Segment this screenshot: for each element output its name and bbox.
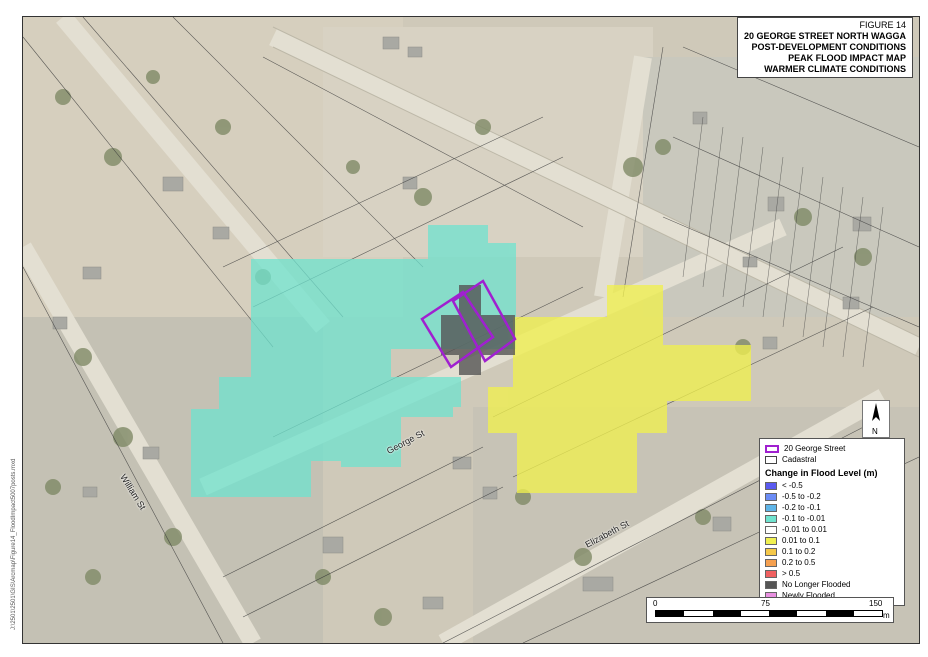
legend-item: -0.5 to -0.2 bbox=[765, 491, 899, 502]
north-arrow: N bbox=[862, 400, 890, 438]
file-path-label: J:\2501\2501\GIS\Arcmap\Figure14_FloodIm… bbox=[11, 458, 17, 630]
title-line-1: 20 GEORGE STREET NORTH WAGGA bbox=[743, 31, 906, 41]
file-path-text: J:\2501\2501\GIS\Arcmap\Figure14_FloodIm… bbox=[6, 330, 20, 630]
legend-swatch bbox=[765, 558, 777, 567]
legend-site-label: 20 George Street bbox=[784, 444, 846, 453]
north-arrow-label: N bbox=[872, 427, 878, 436]
scale-tick-0: 0 bbox=[653, 599, 658, 608]
legend-item-label: -0.01 to 0.01 bbox=[782, 525, 827, 534]
legend-item-cadastral: Cadastral bbox=[765, 454, 899, 465]
legend-item-label: < -0.5 bbox=[782, 481, 803, 490]
map-sheet: George St William St Elizabeth St FIGURE… bbox=[0, 0, 928, 657]
scale-bar: 0 75 150 m bbox=[646, 597, 894, 623]
legend-item: -0.2 to -0.1 bbox=[765, 502, 899, 513]
title-line-4: WARMER CLIMATE CONDITIONS bbox=[764, 64, 906, 74]
legend-item-label: 0.01 to 0.1 bbox=[782, 536, 820, 545]
legend-item: 0.01 to 0.1 bbox=[765, 535, 899, 546]
title-line-3: PEAK FLOOD IMPACT MAP bbox=[788, 53, 906, 63]
legend-item-label: > 0.5 bbox=[782, 569, 801, 578]
legend-item: 0.1 to 0.2 bbox=[765, 546, 899, 557]
title-block: FIGURE 14 20 GEORGE STREET NORTH WAGGA P… bbox=[736, 17, 913, 78]
legend-cadastral-swatch bbox=[765, 455, 777, 464]
legend-item-label: 0.1 to 0.2 bbox=[782, 547, 816, 556]
legend-item: No Longer Flooded bbox=[765, 579, 899, 590]
north-arrow-icon bbox=[872, 403, 880, 421]
legend-cadastral-label: Cadastral bbox=[782, 455, 817, 464]
legend-swatch bbox=[765, 481, 777, 490]
legend-item-label: -0.5 to -0.2 bbox=[782, 492, 821, 501]
legend-item-label: No Longer Flooded bbox=[782, 580, 851, 589]
legend-item: -0.1 to -0.01 bbox=[765, 513, 899, 524]
legend-item-label: 0.2 to 0.5 bbox=[782, 558, 816, 567]
legend-swatch bbox=[765, 492, 777, 501]
title-line-2: POST-DEVELOPMENT CONDITIONS bbox=[751, 42, 906, 52]
legend-item: > 0.5 bbox=[765, 568, 899, 579]
legend: 20 George Street Cadastral Change in Flo… bbox=[759, 438, 905, 606]
scale-unit: m bbox=[883, 611, 890, 620]
legend-item: < -0.5 bbox=[765, 480, 899, 491]
legend-swatch bbox=[765, 503, 777, 512]
legend-site-swatch bbox=[765, 444, 779, 453]
legend-item-site: 20 George Street bbox=[765, 443, 899, 454]
legend-swatch bbox=[765, 514, 777, 523]
legend-swatch bbox=[765, 547, 777, 556]
legend-item: 0.2 to 0.5 bbox=[765, 557, 899, 568]
legend-item-label: -0.2 to -0.1 bbox=[782, 503, 821, 512]
legend-swatch bbox=[765, 536, 777, 545]
scale-bar-graphic bbox=[655, 610, 883, 617]
scale-tick-150: 150 bbox=[869, 599, 883, 608]
legend-item-label: -0.1 to -0.01 bbox=[782, 514, 826, 523]
legend-swatch bbox=[765, 569, 777, 578]
legend-item: -0.01 to 0.01 bbox=[765, 524, 899, 535]
legend-swatch bbox=[765, 525, 777, 534]
figure-number: FIGURE 14 bbox=[859, 20, 906, 30]
legend-swatch bbox=[765, 580, 777, 589]
legend-heading: Change in Flood Level (m) bbox=[765, 468, 878, 478]
scale-tick-75: 75 bbox=[761, 599, 770, 608]
